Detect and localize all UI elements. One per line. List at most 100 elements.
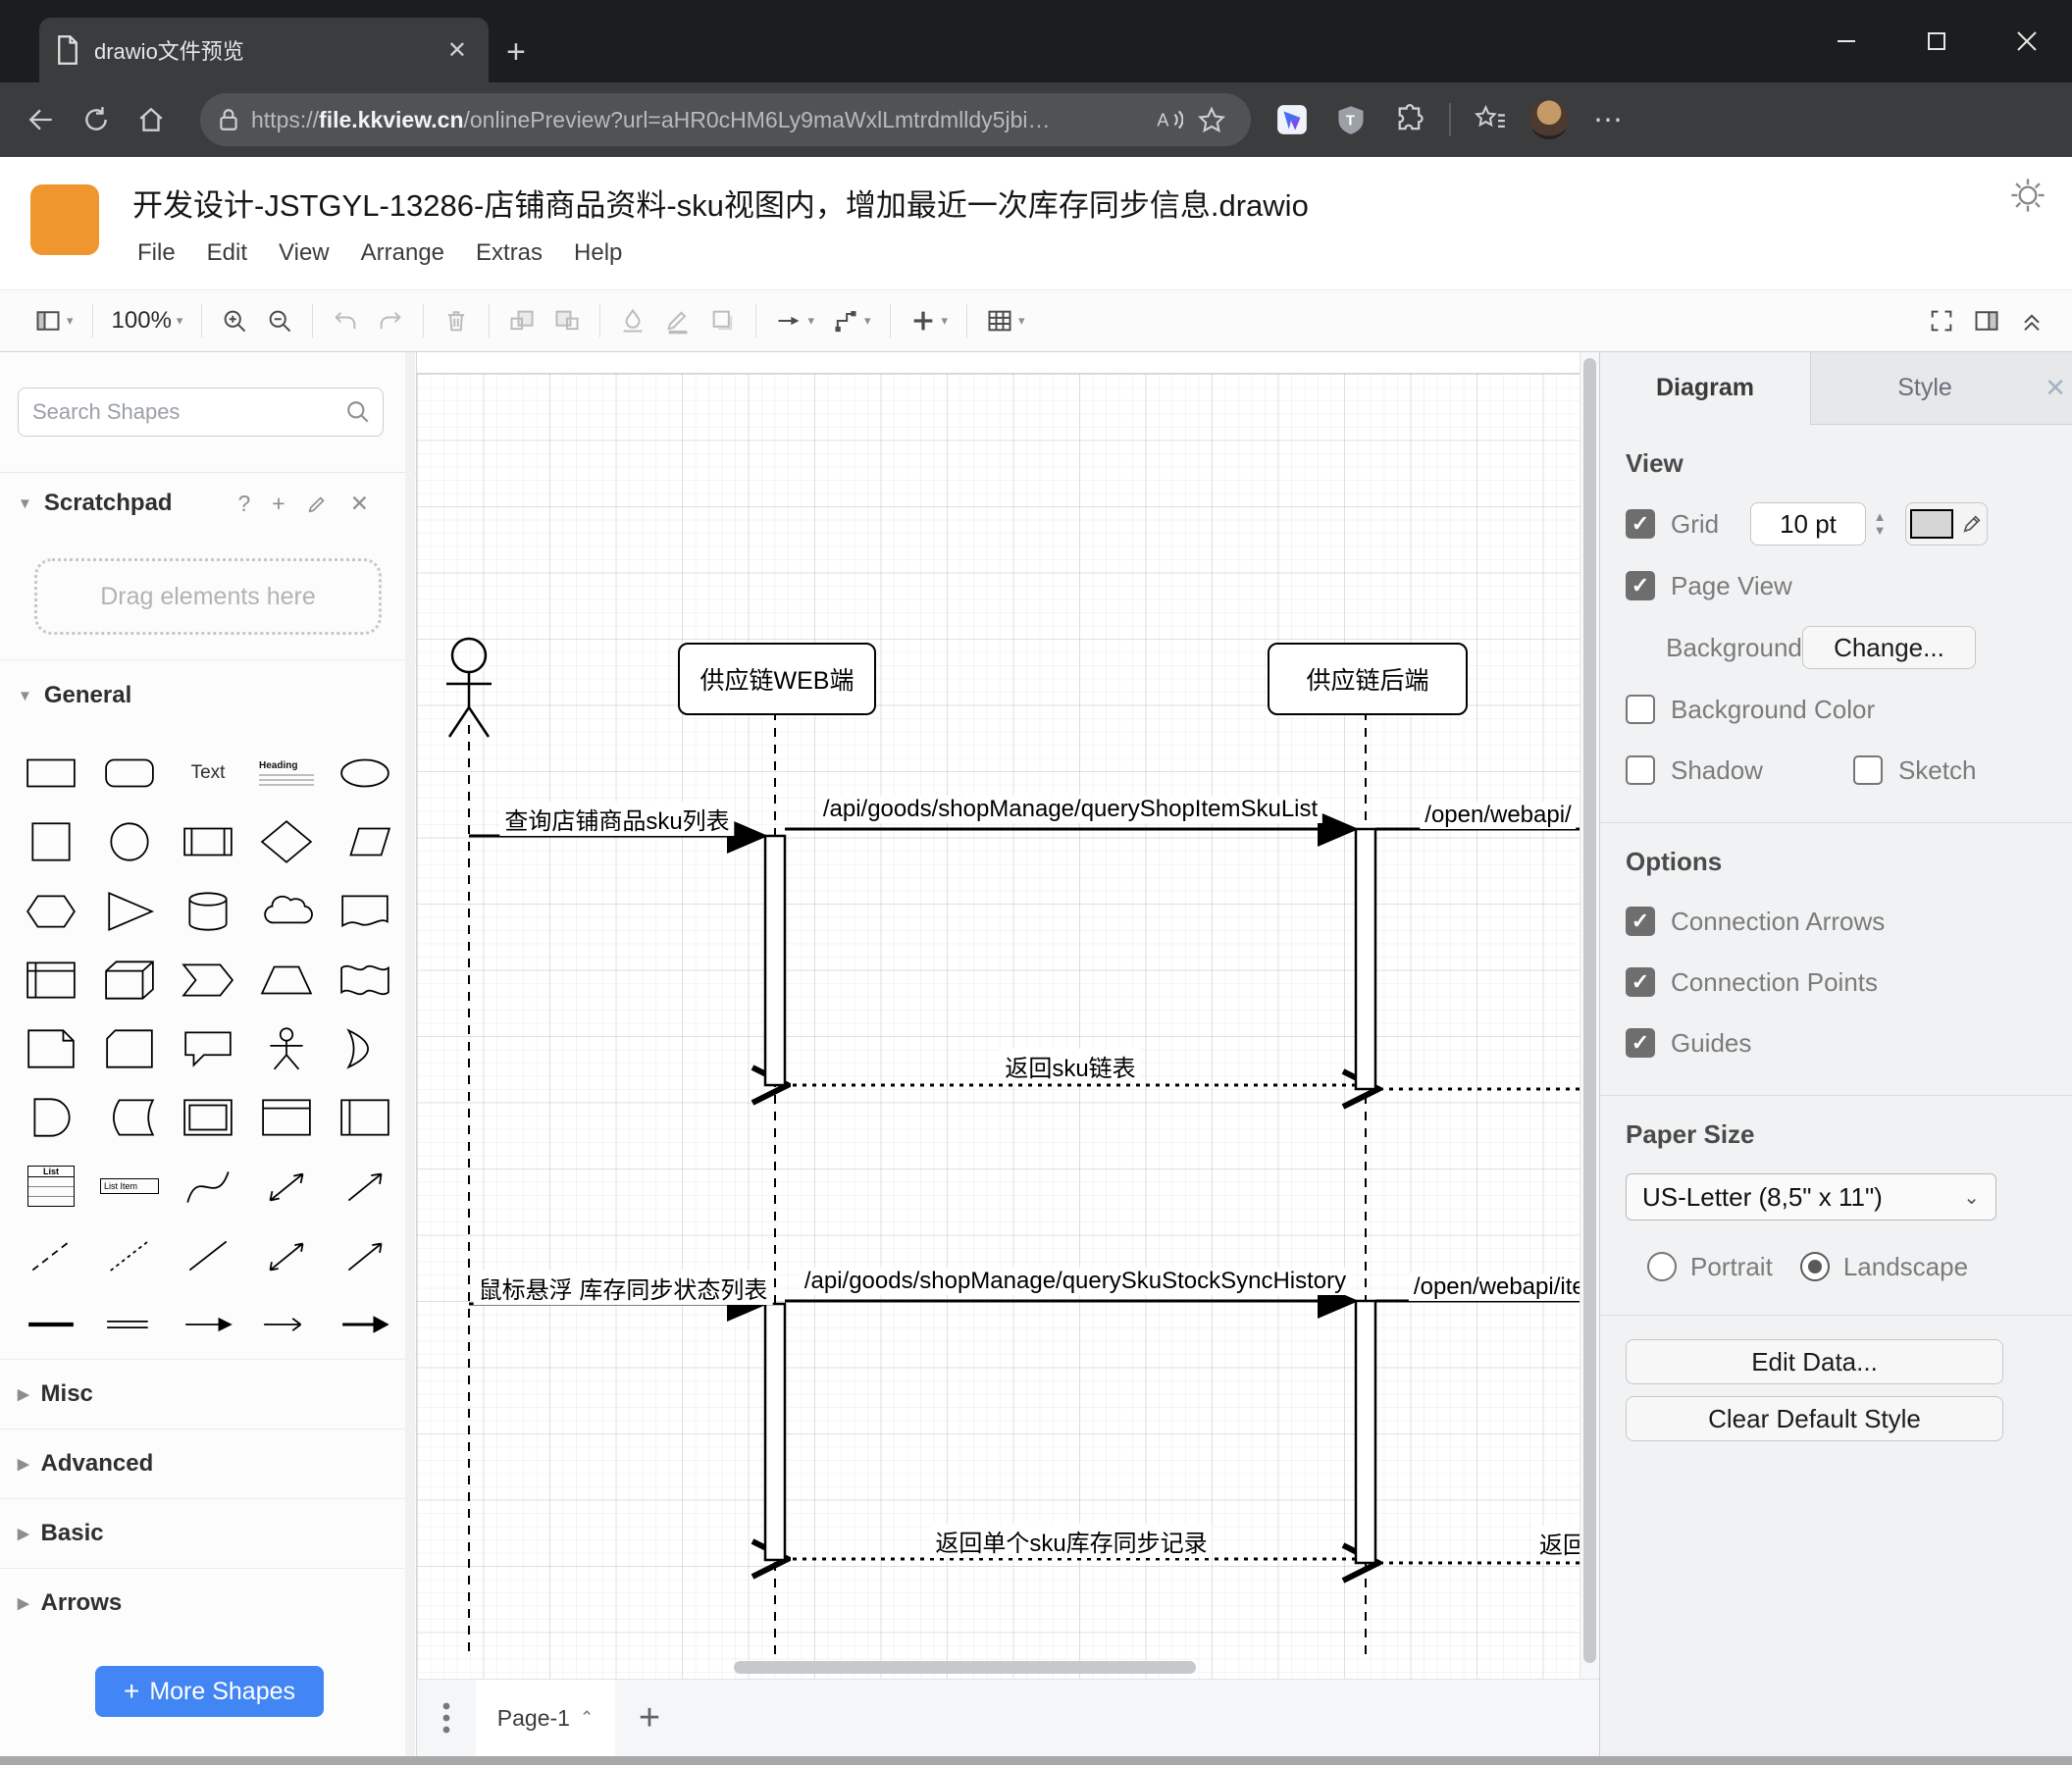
shape-container[interactable] xyxy=(169,1083,247,1152)
section-general[interactable]: ▼ General xyxy=(0,659,416,731)
redo-button[interactable] xyxy=(368,298,413,343)
scratchpad-drop-zone[interactable]: Drag elements here xyxy=(34,558,382,635)
table-button[interactable]: ▾ xyxy=(977,298,1034,343)
refresh-icon[interactable] xyxy=(69,92,124,147)
message-label[interactable]: /open/webapi/ xyxy=(1420,802,1577,829)
shape-horizontal-container[interactable] xyxy=(326,1083,404,1152)
shape-list-item[interactable]: List Item xyxy=(90,1152,169,1221)
grid-color-button[interactable] xyxy=(1905,502,1988,545)
activation-bar[interactable] xyxy=(763,1302,787,1562)
more-shapes-button[interactable]: + More Shapes xyxy=(95,1666,324,1717)
scratchpad-header[interactable]: ▼ Scratchpad ? + ✕ xyxy=(0,473,416,534)
shape-simple-arrow[interactable] xyxy=(169,1290,247,1359)
diagram-canvas[interactable]: 供应链WEB端 供应链后端 查询店铺商品sku列表/api/goods/shopM… xyxy=(417,352,1599,1679)
section-basic[interactable]: ▶ Basic xyxy=(0,1498,416,1568)
shape-internal-storage[interactable] xyxy=(12,946,90,1014)
shape-search-box[interactable] xyxy=(18,388,384,437)
shape-curve[interactable] xyxy=(169,1152,247,1221)
message-label[interactable]: 返回单个sku库存同步记录 xyxy=(930,1524,1213,1558)
shape-rounded-rectangle[interactable] xyxy=(90,739,169,807)
shape-cloud[interactable] xyxy=(247,876,326,945)
zoom-level[interactable]: 100% ▾ xyxy=(103,298,192,343)
shape-thin-arrow[interactable] xyxy=(247,1290,326,1359)
landscape-radio[interactable] xyxy=(1799,1252,1830,1281)
to-back-button[interactable] xyxy=(544,298,590,343)
search-input[interactable] xyxy=(30,398,345,426)
scratchpad-help-icon[interactable]: ? xyxy=(237,491,250,517)
activation-bar[interactable] xyxy=(1354,1299,1377,1565)
shape-callout[interactable] xyxy=(169,1014,247,1083)
grid-checkbox[interactable]: ✓ xyxy=(1626,509,1655,539)
fill-color-button[interactable] xyxy=(610,298,655,343)
message-label[interactable]: 查询店铺商品sku列表 xyxy=(499,802,735,836)
actor-figure[interactable] xyxy=(446,637,492,738)
shape-card[interactable] xyxy=(90,1014,169,1083)
portrait-radio[interactable] xyxy=(1647,1252,1677,1281)
undo-button[interactable] xyxy=(323,298,368,343)
shape-link[interactable] xyxy=(90,1290,169,1359)
shape-actor[interactable] xyxy=(247,1014,326,1083)
shape-directional-connector[interactable] xyxy=(326,1221,404,1290)
shape-cylinder[interactable] xyxy=(169,876,247,945)
shape-circle[interactable] xyxy=(90,807,169,876)
menu-view[interactable]: View xyxy=(279,239,330,267)
shadow-checkbox[interactable] xyxy=(1626,755,1655,785)
connection-arrows-checkbox[interactable]: ✓ xyxy=(1626,907,1655,936)
translate-extension-icon[interactable] xyxy=(1265,92,1320,147)
connection-points-checkbox[interactable]: ✓ xyxy=(1626,967,1655,997)
message-label[interactable]: 鼠标悬浮 库存同步状态列表 xyxy=(473,1271,773,1305)
shape-dashed-line[interactable] xyxy=(12,1221,90,1290)
theme-toggle-icon[interactable] xyxy=(2009,177,2046,214)
shape-note[interactable] xyxy=(12,1014,90,1083)
back-icon[interactable] xyxy=(14,92,69,147)
fullscreen-button[interactable] xyxy=(1919,298,1964,343)
favorite-star-icon[interactable] xyxy=(1190,92,1233,147)
home-icon[interactable] xyxy=(124,92,179,147)
guides-checkbox[interactable]: ✓ xyxy=(1626,1028,1655,1058)
shape-trapezoid[interactable] xyxy=(247,946,326,1014)
format-panel-button[interactable] xyxy=(1964,298,2009,343)
scratchpad-edit-icon[interactable] xyxy=(307,493,329,514)
activation-bar[interactable] xyxy=(763,834,787,1087)
shape-arrow[interactable] xyxy=(326,1152,404,1221)
sidebar-scrollbar[interactable] xyxy=(405,352,415,1756)
message-label[interactable]: /api/goods/shopManage/querySkuStockSyncH… xyxy=(799,1268,1352,1295)
pages-menu-icon[interactable] xyxy=(417,1680,476,1756)
address-bar[interactable]: https://file.kkview.cn/onlinePreview?url… xyxy=(200,93,1251,146)
shape-dotted-line[interactable] xyxy=(90,1221,169,1290)
shape-text[interactable]: Text xyxy=(169,739,247,807)
to-front-button[interactable] xyxy=(499,298,544,343)
clear-default-style-button[interactable]: Clear Default Style xyxy=(1626,1396,2003,1441)
message-label[interactable]: /open/webapi/iten xyxy=(1408,1273,1599,1301)
favorites-bar-icon[interactable] xyxy=(1463,92,1518,147)
insert-button[interactable]: ▾ xyxy=(901,298,958,343)
section-arrows[interactable]: ▶ Arrows xyxy=(0,1568,416,1637)
message-label[interactable]: /api/goods/shopManage/queryShopItemSkuLi… xyxy=(817,796,1323,823)
vertical-scrollbar-thumb[interactable] xyxy=(1583,358,1596,1663)
menu-extras[interactable]: Extras xyxy=(476,239,543,267)
shape-triangle[interactable] xyxy=(90,876,169,945)
shape-or[interactable] xyxy=(326,1014,404,1083)
line-color-button[interactable] xyxy=(655,298,700,343)
read-aloud-icon[interactable]: A xyxy=(1147,92,1190,147)
menu-help[interactable]: Help xyxy=(574,239,622,267)
shape-process[interactable] xyxy=(169,807,247,876)
menu-file[interactable]: File xyxy=(137,239,176,267)
page-tab[interactable]: Page-1 ⌃ xyxy=(476,1680,615,1756)
browser-menu-icon[interactable]: ⋯ xyxy=(1580,92,1635,147)
shape-list[interactable]: List xyxy=(12,1152,90,1221)
close-button[interactable] xyxy=(1982,0,2072,82)
shape-filled-edge[interactable] xyxy=(326,1290,404,1359)
delete-button[interactable] xyxy=(434,298,479,343)
background-color-checkbox[interactable] xyxy=(1626,695,1655,724)
tab-style[interactable]: Style xyxy=(1810,352,2039,424)
view-panel-button[interactable]: ▾ xyxy=(26,298,82,343)
sketch-checkbox[interactable] xyxy=(1852,755,1883,785)
tab-diagram[interactable]: Diagram xyxy=(1600,352,1810,425)
zoom-in-button[interactable] xyxy=(212,298,257,343)
shape-vertical-container[interactable] xyxy=(247,1083,326,1152)
connection-button[interactable]: ▾ xyxy=(766,298,823,343)
horizontal-scrollbar-thumb[interactable] xyxy=(734,1661,1196,1674)
shape-tape[interactable] xyxy=(326,946,404,1014)
shape-horizontal-line[interactable] xyxy=(12,1290,90,1359)
